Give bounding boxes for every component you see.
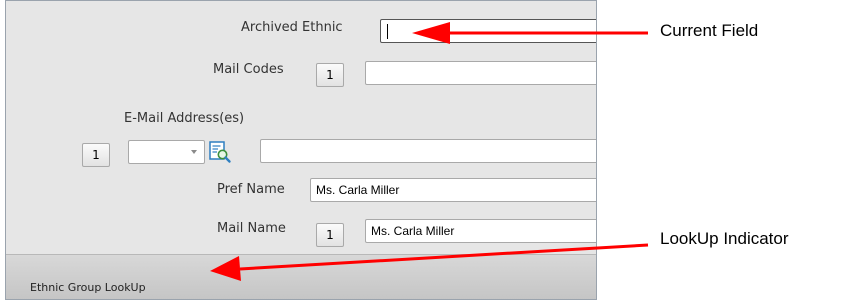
current-field-callout: Current Field: [660, 21, 759, 40]
lookup-arrowhead: [210, 256, 241, 281]
lookup-arrow-line: [239, 243, 649, 271]
annotation-arrows: [210, 22, 649, 281]
lookup-indicator-callout: LookUp Indicator: [660, 229, 789, 248]
current-field-arrowhead: [412, 22, 450, 44]
